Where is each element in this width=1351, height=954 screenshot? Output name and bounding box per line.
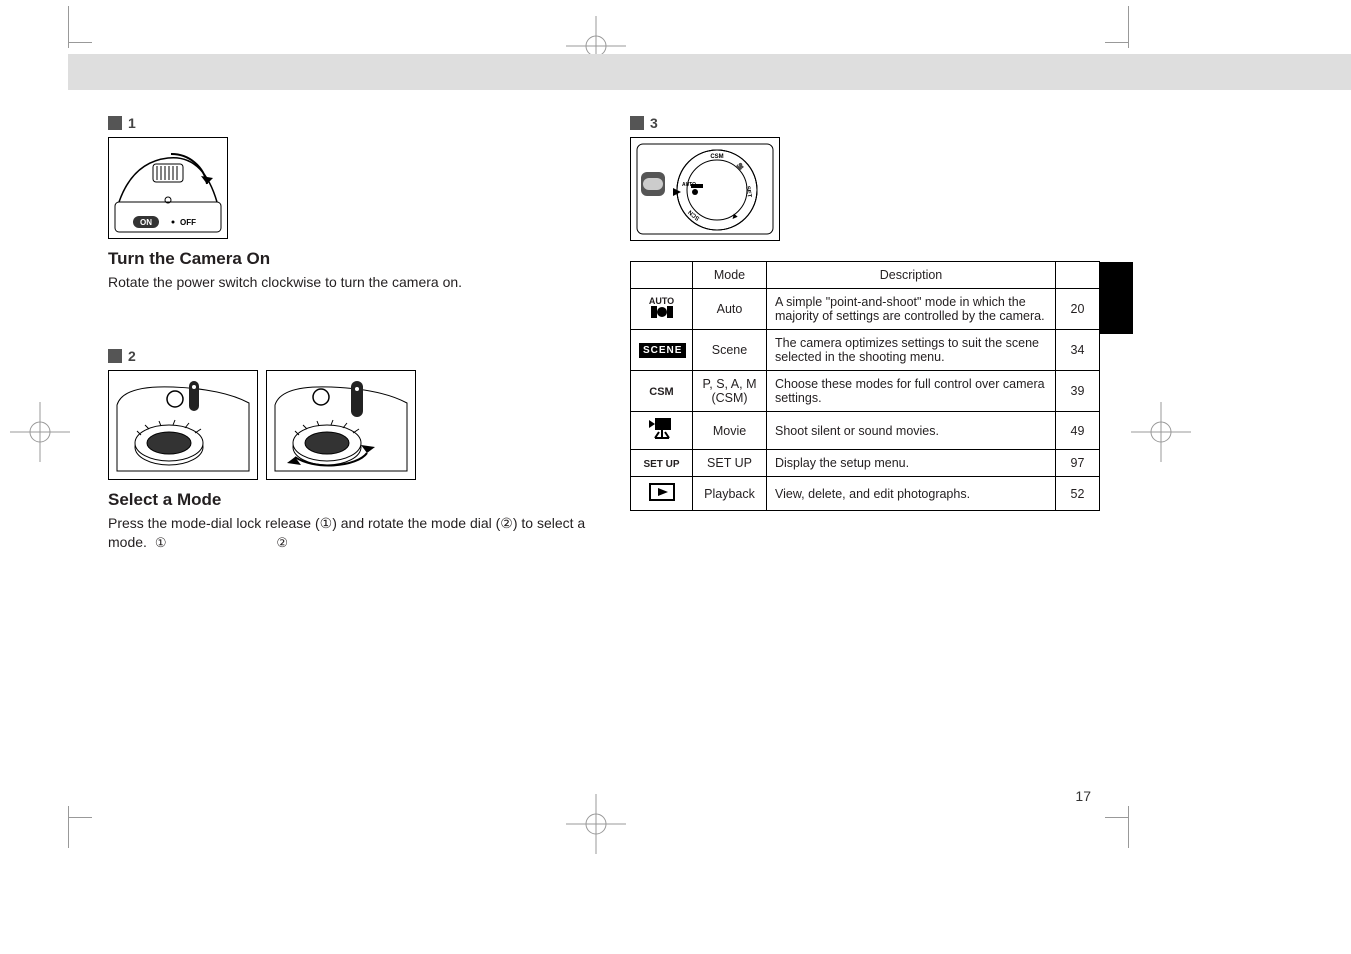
mode-name: Playback — [693, 477, 767, 511]
mode-dial-rotate-illustration — [266, 370, 416, 480]
mode-page: 97 — [1056, 450, 1100, 477]
setup-mode-icon: SET UP — [631, 450, 693, 477]
step-2-body: Press the mode-dial lock release (①) and… — [108, 514, 586, 552]
step-number: 2 — [128, 348, 136, 364]
mode-table: Mode Description AUTO Auto A simple "poi… — [630, 261, 1100, 511]
step-number: 3 — [650, 115, 658, 131]
square-bullet-icon — [108, 349, 122, 363]
step-2-label: 2 — [108, 348, 586, 364]
mode-desc: The camera optimizes settings to suit th… — [767, 330, 1056, 371]
step-1-body: Rotate the power switch clockwise to tur… — [108, 273, 586, 292]
mode-name: Movie — [693, 412, 767, 450]
mode-table-header — [1056, 262, 1100, 289]
movie-mode-icon — [631, 412, 693, 450]
mode-name: Auto — [693, 289, 767, 330]
mode-desc: View, delete, and edit photographs. — [767, 477, 1056, 511]
mode-row-scene: SCENE Scene The camera optimizes setting… — [631, 330, 1100, 371]
svg-text:CSM: CSM — [710, 154, 723, 160]
square-bullet-icon — [630, 116, 644, 130]
mode-table-header-row: Mode Description — [631, 262, 1100, 289]
crop-mark — [44, 6, 92, 54]
right-column: 3 CSM 🎥 SET ▶ SCN AUTO — [630, 115, 1100, 511]
step-1-title: Turn the Camera On — [108, 249, 586, 269]
playback-mode-icon — [631, 477, 693, 511]
crop-mark — [44, 806, 92, 854]
mode-dial-top-illustration: CSM 🎥 SET ▶ SCN AUTO — [630, 137, 780, 241]
mode-desc: A simple "point-and-shoot" mode in which… — [767, 289, 1056, 330]
mode-table-header: Mode — [693, 262, 767, 289]
step-1-label: 1 — [108, 115, 586, 131]
crop-mark — [1105, 6, 1153, 54]
header-band — [68, 54, 1351, 90]
step-2-title: Select a Mode — [108, 490, 586, 510]
svg-text:OFF: OFF — [180, 218, 196, 227]
chapter-tab — [1099, 262, 1133, 334]
mode-desc: Shoot silent or sound movies. — [767, 412, 1056, 450]
mode-table-header: Description — [767, 262, 1056, 289]
mode-page: 20 — [1056, 289, 1100, 330]
mode-page: 34 — [1056, 330, 1100, 371]
csm-mode-icon: CSM — [631, 371, 693, 412]
mode-row-setup: SET UP SET UP Display the setup menu. 97 — [631, 450, 1100, 477]
manual-page: 1 ON OFF Turn the Camera On Rotate the p… — [0, 0, 1351, 954]
mode-page: 49 — [1056, 412, 1100, 450]
mode-dial-illustrations — [108, 370, 586, 480]
step-3-label: 3 — [630, 115, 1100, 131]
mode-row-auto: AUTO Auto A simple "point-and-shoot" mod… — [631, 289, 1100, 330]
mode-desc: Display the setup menu. — [767, 450, 1056, 477]
mode-page: 39 — [1056, 371, 1100, 412]
mode-page: 52 — [1056, 477, 1100, 511]
mode-name: SET UP — [693, 450, 767, 477]
mode-table-header — [631, 262, 693, 289]
power-switch-illustration: ON OFF — [108, 137, 228, 239]
mode-desc: Choose these modes for full control over… — [767, 371, 1056, 412]
page-number: 17 — [1075, 788, 1091, 804]
square-bullet-icon — [108, 116, 122, 130]
mode-name: Scene — [693, 330, 767, 371]
mode-row-movie: Movie Shoot silent or sound movies. 49 — [631, 412, 1100, 450]
scene-mode-icon: SCENE — [631, 330, 693, 371]
step-number: 1 — [128, 115, 136, 131]
mode-row-csm: CSM P, S, A, M (CSM) Choose these modes … — [631, 371, 1100, 412]
registration-mark-icon — [10, 402, 70, 462]
mode-name: P, S, A, M (CSM) — [693, 371, 767, 412]
auto-mode-icon: AUTO — [631, 289, 693, 330]
svg-text:ON: ON — [140, 218, 152, 227]
registration-mark-icon — [566, 794, 626, 854]
mode-row-playback: Playback View, delete, and edit photogra… — [631, 477, 1100, 511]
left-column: 1 ON OFF Turn the Camera On Rotate the p… — [108, 115, 586, 552]
registration-mark-icon — [1131, 402, 1191, 462]
crop-mark — [1105, 806, 1153, 854]
mode-dial-press-illustration — [108, 370, 258, 480]
